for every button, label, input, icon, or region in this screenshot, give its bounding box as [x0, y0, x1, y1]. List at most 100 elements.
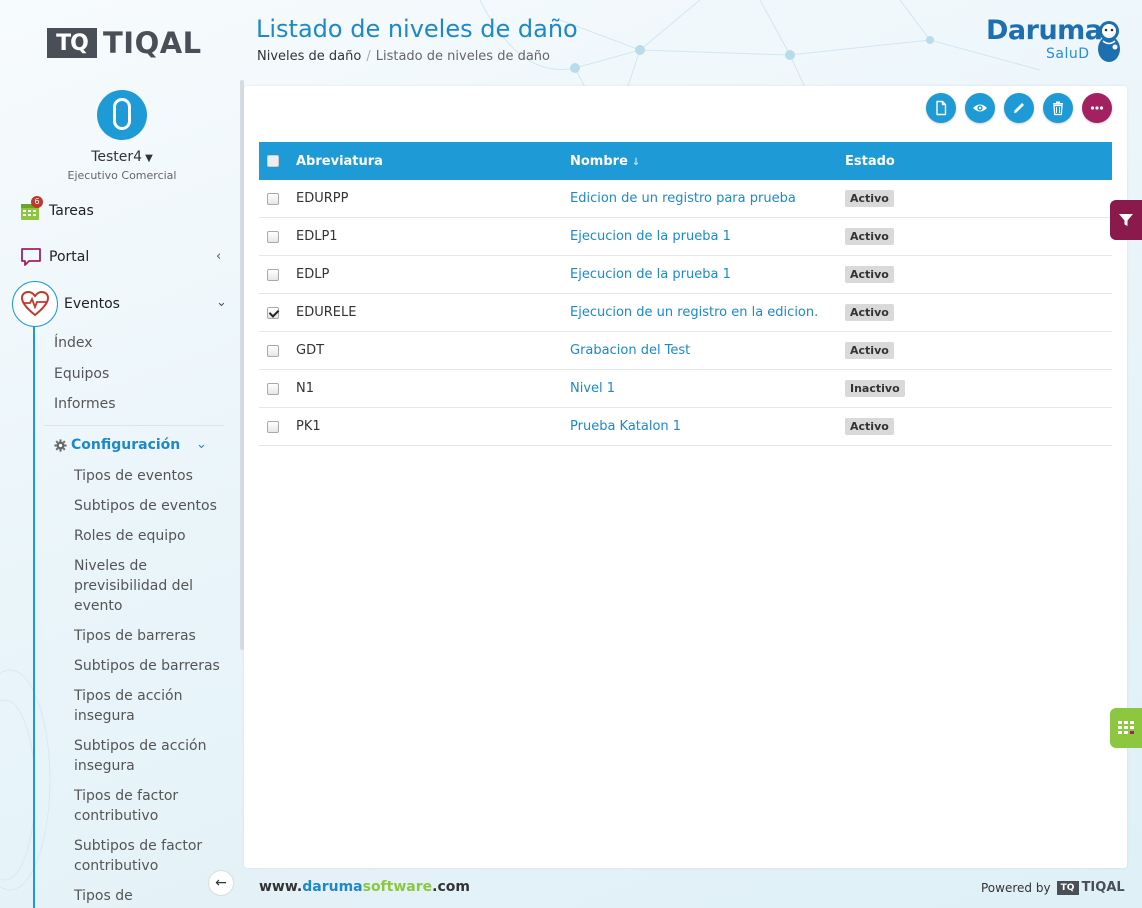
chevron-down-icon[interactable]: ⌄	[196, 437, 207, 452]
brand-name: Daruma	[986, 15, 1103, 46]
row-checkbox[interactable]	[267, 230, 279, 243]
more-options-button[interactable]	[1082, 93, 1112, 123]
chat-bubble-icon	[21, 248, 41, 266]
row-checkbox[interactable]	[267, 420, 279, 433]
heartbeat-icon	[12, 281, 58, 327]
sort-down-icon: ↓	[631, 156, 641, 168]
table-row[interactable]: EDURELE Ejecucion de un registro en la e…	[259, 294, 1112, 332]
column-header-name-label: Nombre	[570, 153, 628, 169]
nav-label-eventos: Eventos	[64, 296, 120, 312]
cell-status: Activo	[845, 342, 1112, 359]
nav-item-tareas[interactable]: 6 Tareas	[20, 196, 94, 221]
daruma-mascot-icon	[1098, 21, 1120, 62]
column-header-status[interactable]: Estado	[845, 154, 1112, 169]
user-menu[interactable]: Tester4 ▼	[0, 149, 244, 165]
edit-button[interactable]	[1004, 93, 1034, 123]
view-button[interactable]	[965, 93, 995, 123]
arrow-left-icon: ←	[215, 875, 227, 891]
status-badge: Activo	[845, 418, 894, 435]
cell-status: Inactivo	[845, 380, 1112, 397]
status-badge: Activo	[845, 190, 894, 207]
cell-name-link[interactable]: Ejecucion de un registro en la edicion.	[570, 305, 845, 320]
column-header-name[interactable]: Nombre ↓	[570, 154, 845, 169]
cell-name-link[interactable]: Edicion de un registro para prueba	[570, 191, 845, 206]
tiqal-logo[interactable]: TQ TIQAL	[47, 26, 202, 60]
config-item-tipos-organizacion[interactable]: Tipos de organización	[74, 886, 224, 908]
select-all-checkbox[interactable]	[267, 155, 279, 167]
gear-icon	[54, 438, 67, 452]
cell-name-link[interactable]: Grabacion del Test	[570, 343, 845, 358]
status-badge: Activo	[845, 266, 894, 283]
cell-status: Activo	[845, 304, 1112, 321]
config-item-tipos-eventos[interactable]: Tipos de eventos	[74, 466, 224, 486]
footer-prefix: www.	[259, 879, 303, 895]
table-row[interactable]: EDLP Ejecucion de la prueba 1 Activo	[259, 256, 1112, 294]
cell-abbr: EDLP1	[296, 229, 338, 244]
config-item-tipos-factor[interactable]: Tipos de factor contributivo	[74, 786, 224, 826]
new-button[interactable]	[926, 93, 956, 123]
config-item-subtipos-eventos[interactable]: Subtipos de eventos	[74, 496, 224, 516]
collapse-sidebar-button[interactable]: ←	[208, 870, 234, 896]
chevron-left-icon[interactable]: ‹	[216, 249, 221, 264]
config-item-tipos-barreras[interactable]: Tipos de barreras	[74, 626, 224, 646]
config-item-niveles-previsibilidad[interactable]: Niveles de previsibilidad del evento	[74, 556, 224, 616]
grid-view-tab[interactable]	[1110, 708, 1142, 748]
cell-status: Activo	[845, 228, 1112, 245]
cell-name-link[interactable]: Nivel 1	[570, 381, 845, 396]
chevron-down-icon[interactable]: ⌄	[216, 295, 227, 310]
cell-status: Activo	[845, 418, 1112, 435]
table-row[interactable]: N1 Nivel 1 Inactivo	[259, 370, 1112, 408]
row-checkbox[interactable]	[267, 306, 279, 319]
submenu-configuracion[interactable]: Configuración	[54, 437, 180, 453]
daruma-salud-logo: Daruma SaluD	[986, 15, 1120, 62]
row-select-cell	[259, 306, 296, 319]
user-role: Ejecutivo Comercial	[67, 169, 177, 182]
footer-daruma: daruma	[302, 879, 363, 895]
powered-by-label: Powered by	[981, 880, 1051, 895]
submenu-item-equipos[interactable]: Equipos	[54, 366, 109, 382]
cell-name-link[interactable]: Ejecucion de la prueba 1	[570, 267, 845, 282]
cell-abbr: EDLP	[296, 267, 330, 282]
column-header-abbr[interactable]: Abreviatura	[296, 154, 570, 169]
cell-name-link[interactable]: Prueba Katalon 1	[570, 419, 845, 434]
table-row[interactable]: GDT Grabacion del Test Activo	[259, 332, 1112, 370]
nav-item-eventos[interactable]: Eventos ⌄	[12, 281, 227, 327]
row-checkbox[interactable]	[267, 344, 279, 357]
more-icon	[1090, 106, 1104, 110]
config-item-subtipos-accion-insegura[interactable]: Subtipos de acción insegura	[74, 736, 224, 776]
table-header: Abreviatura Nombre ↓ Estado	[259, 142, 1112, 180]
config-label: Configuración	[71, 437, 181, 453]
nav-item-portal[interactable]: Portal ‹	[20, 246, 221, 268]
config-item-tipos-accion-insegura[interactable]: Tipos de acción insegura	[74, 686, 224, 726]
new-document-icon	[936, 100, 947, 116]
breadcrumb-parent[interactable]: Niveles de daño	[257, 49, 361, 64]
table-row[interactable]: EDLP1 Ejecucion de la prueba 1 Activo	[259, 218, 1112, 256]
table-grid-icon	[1118, 721, 1134, 734]
select-all-cell	[259, 155, 296, 167]
status-badge: Activo	[845, 228, 894, 245]
row-checkbox[interactable]	[267, 268, 279, 281]
trash-icon	[1053, 101, 1063, 116]
filter-tab[interactable]	[1110, 200, 1142, 240]
avatar[interactable]	[97, 90, 147, 140]
sidebar: TQ TIQAL Tester4 ▼ Ejecutivo Comercial 6 …	[0, 0, 244, 908]
eye-icon	[973, 104, 987, 112]
submenu-item-informes[interactable]: Informes	[54, 396, 116, 412]
config-item-roles-equipo[interactable]: Roles de equipo	[74, 526, 224, 546]
cell-abbr: GDT	[296, 343, 325, 358]
row-checkbox[interactable]	[267, 192, 279, 205]
cell-name-link[interactable]: Ejecucion de la prueba 1	[570, 229, 845, 244]
row-select-cell	[259, 192, 296, 205]
delete-button[interactable]	[1043, 93, 1073, 123]
row-checkbox[interactable]	[267, 382, 279, 395]
table-row[interactable]: PK1 Prueba Katalon 1 Activo	[259, 408, 1112, 446]
table-row[interactable]: EDURPP Edicion de un registro para prueb…	[259, 180, 1112, 218]
config-item-subtipos-barreras[interactable]: Subtipos de barreras	[74, 656, 224, 676]
website-link[interactable]: www.darumasoftware.com	[259, 879, 470, 895]
main-panel: Abreviatura Nombre ↓ Estado EDURPP Edicio…	[244, 86, 1127, 868]
powered-by-logo-mark: TQ	[1056, 880, 1079, 895]
config-item-subtipos-factor[interactable]: Subtipos de factor contributivo	[74, 836, 224, 876]
footer-software: software	[362, 879, 433, 895]
breadcrumb-separator: /	[366, 49, 371, 64]
submenu-item-index[interactable]: Índex	[54, 335, 93, 351]
